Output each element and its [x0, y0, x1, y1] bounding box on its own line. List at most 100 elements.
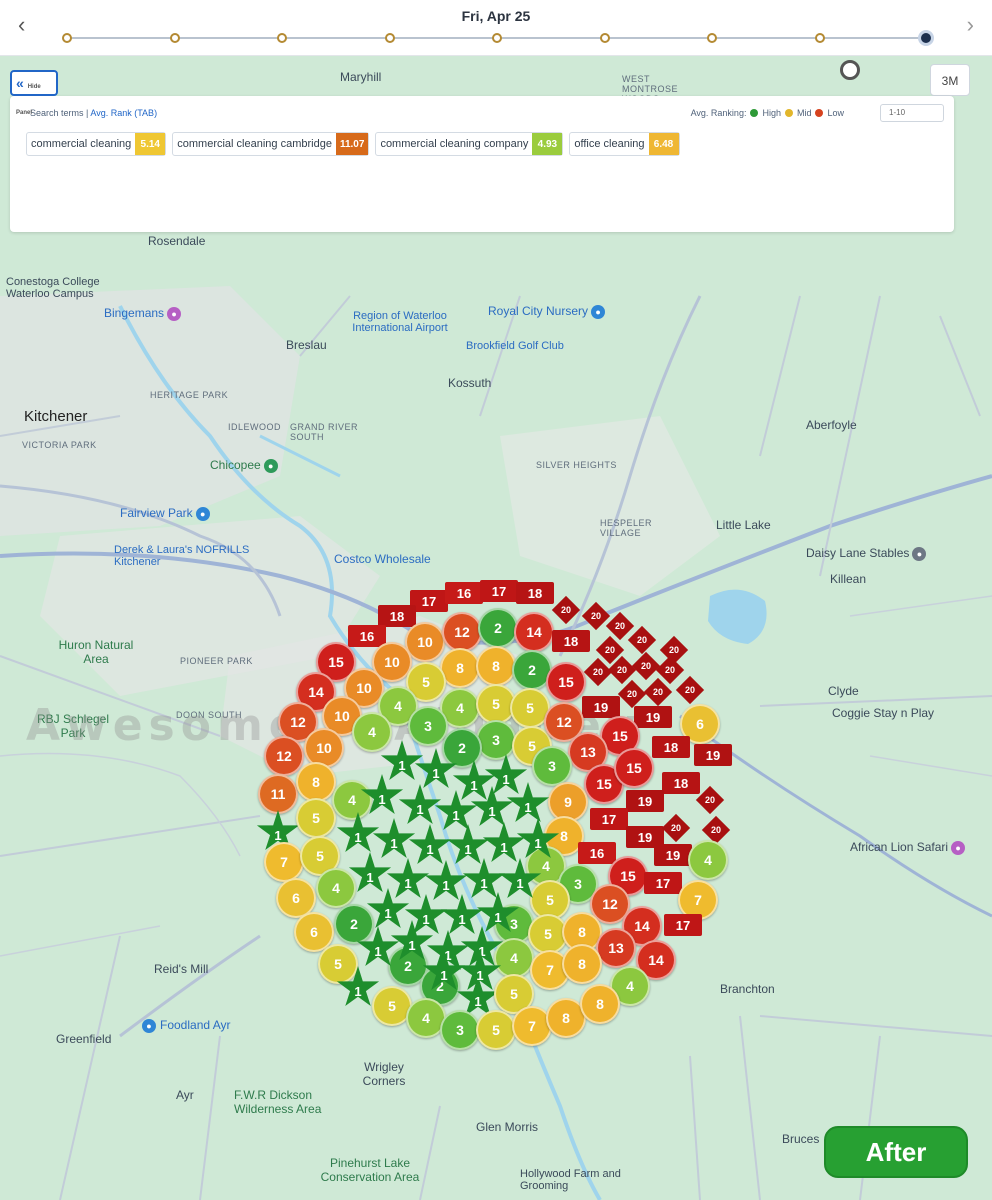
african-lion-label: African Lion Safari: [850, 840, 949, 854]
keyword-avg-rank: 4.93: [532, 133, 563, 155]
rank-marker-circle[interactable]: 3: [532, 746, 572, 786]
rank-marker-circle[interactable]: 4: [332, 780, 372, 820]
daisy-lane-pin-icon[interactable]: ●: [912, 546, 927, 561]
place-clyde: Clyde: [828, 684, 859, 698]
rank-marker-circle[interactable]: 14: [514, 612, 554, 652]
keyword-term: commercial cleaning company: [380, 138, 529, 150]
rank-marker-circle[interactable]: 8: [580, 984, 620, 1024]
collapse-panel-button[interactable]: « Hide Panel: [10, 70, 58, 116]
rank-marker-circle[interactable]: 5: [318, 944, 358, 984]
rank-marker-flag[interactable]: 18: [662, 772, 700, 794]
rank-marker-circle[interactable]: 4: [316, 868, 356, 908]
timeline-dot[interactable]: [169, 33, 180, 43]
rank-marker-circle[interactable]: 2: [334, 904, 374, 944]
rank-marker-flag[interactable]: 16: [348, 625, 386, 647]
rank-marker-circle[interactable]: 8: [562, 944, 602, 984]
rank-range-select[interactable]: 1-10: [880, 104, 944, 122]
rank-marker-circle[interactable]: 8: [476, 646, 516, 686]
african-lion-pin-icon[interactable]: ●: [951, 840, 966, 855]
place-idlewood: IDLEWOOD: [228, 422, 282, 432]
rank-marker-circle[interactable]: 11: [258, 774, 298, 814]
rank-marker-flag[interactable]: 16: [578, 842, 616, 864]
rank-marker-circle[interactable]: 2: [478, 608, 518, 648]
rank-marker-flag[interactable]: 19: [654, 844, 692, 866]
rank-marker-flag[interactable]: 19: [634, 706, 672, 728]
rank-marker-circle[interactable]: 7: [264, 842, 304, 882]
rank-marker-flag[interactable]: 17: [664, 914, 702, 936]
rank-marker-flag[interactable]: 18: [552, 630, 590, 652]
keyword-chip[interactable]: commercial cleaning company 4.93: [375, 132, 564, 156]
legend-mid-dot: [784, 109, 793, 117]
legend-title: Avg. Ranking:: [690, 108, 747, 118]
rank-marker-circle[interactable]: 15: [614, 748, 654, 788]
place-chicopee: Chicopee ●: [210, 458, 278, 473]
rank-marker-flag[interactable]: 19: [694, 744, 732, 766]
keyword-term: commercial cleaning cambridge: [177, 138, 332, 150]
rank-marker-flag[interactable]: 17: [480, 580, 518, 602]
rank-marker-circle[interactable]: 13: [596, 928, 636, 968]
keyword-term: commercial cleaning: [31, 138, 132, 150]
panel-header: Search terms | Avg. Rank (TAB): [30, 108, 157, 118]
chicopee-label: Chicopee: [210, 458, 261, 472]
keyword-term: office cleaning: [574, 138, 645, 150]
foodland-pin-icon[interactable]: ●: [142, 1018, 156, 1033]
compass-icon[interactable]: [840, 60, 860, 80]
zoom-scale-button[interactable]: 3M: [930, 64, 970, 96]
timeline-dot[interactable]: [384, 33, 395, 43]
after-button[interactable]: After: [824, 1126, 968, 1178]
rank-marker-circle[interactable]: 5: [476, 1010, 516, 1050]
timeline-bar: ‹ Fri, Apr 25 ›: [0, 0, 992, 56]
bingemans-pin-icon[interactable]: ●: [167, 306, 182, 321]
next-date-icon[interactable]: ›: [967, 14, 974, 36]
timeline-dot[interactable]: [918, 30, 934, 46]
timeline-dot[interactable]: [492, 33, 502, 43]
timeline-dot[interactable]: [814, 33, 825, 43]
place-kossuth: Kossuth: [448, 376, 492, 390]
rank-marker-flag[interactable]: 19: [626, 790, 664, 812]
rank-marker-circle[interactable]: 3: [440, 1010, 480, 1050]
timeline-dot[interactable]: [62, 33, 72, 43]
rank-marker-circle[interactable]: 15: [546, 662, 586, 702]
rank-marker-circle[interactable]: 4: [352, 712, 392, 752]
rank-marker-flag[interactable]: 19: [582, 696, 620, 718]
timeline-dot[interactable]: [277, 33, 287, 43]
rank-marker-circle[interactable]: 12: [442, 612, 482, 652]
rank-marker-circle[interactable]: 3: [408, 706, 448, 746]
rank-marker-flag[interactable]: 16: [445, 582, 483, 604]
rank-marker-circle[interactable]: 3: [476, 720, 516, 760]
timeline-dot[interactable]: [599, 33, 610, 43]
keyword-chip[interactable]: commercial cleaning cambridge 11.07: [172, 132, 370, 156]
keyword-chip[interactable]: office cleaning 6.48: [569, 132, 680, 156]
place-victoria-park: VICTORIA PARK: [22, 440, 97, 450]
place-golf-club: Brookfield Golf Club: [466, 340, 564, 352]
rank-marker-flag[interactable]: 18: [516, 582, 554, 604]
keyword-avg-rank: 5.14: [135, 133, 166, 155]
place-conestoga: Conestoga College Waterloo Campus: [6, 276, 100, 300]
timeline-dot[interactable]: [707, 33, 717, 43]
legend-high-label: High: [762, 108, 781, 118]
place-daisy-lane: Daisy Lane Stables ●: [806, 546, 927, 561]
rank-marker-circle[interactable]: 12: [264, 736, 304, 776]
avg-rank-link[interactable]: Avg. Rank (TAB): [90, 108, 157, 118]
chicopee-pin-icon[interactable]: ●: [263, 458, 278, 473]
legend-low-dot: [815, 109, 824, 117]
rank-marker-flag[interactable]: 18: [378, 605, 416, 627]
keyword-chip[interactable]: commercial cleaning 5.14: [26, 132, 167, 156]
rank-marker-flag[interactable]: 17: [590, 808, 628, 830]
rank-marker-circle[interactable]: 5: [296, 798, 336, 838]
keyword-panel: Search terms | Avg. Rank (TAB) Avg. Rank…: [10, 96, 954, 232]
rank-marker-circle[interactable]: 8: [296, 762, 336, 802]
rank-marker-circle[interactable]: 4: [688, 840, 728, 880]
rank-marker-circle[interactable]: 4: [494, 938, 534, 978]
royal-city-label: Royal City Nursery: [488, 304, 589, 318]
rank-marker-circle[interactable]: 8: [440, 648, 480, 688]
rank-marker-flag[interactable]: 17: [644, 872, 682, 894]
place-aberfoyle: Aberfoyle: [806, 418, 857, 432]
place-little-lake: Little Lake: [716, 518, 771, 532]
royal-city-pin-icon[interactable]: ●: [591, 304, 606, 319]
rank-marker-flag[interactable]: 18: [652, 736, 690, 758]
fairview-pin-icon[interactable]: ●: [195, 506, 210, 521]
bingemans-label: Bingemans: [104, 306, 165, 320]
rank-marker-circle[interactable]: 2: [442, 728, 482, 768]
ranking-legend: Avg. Ranking: High Mid Low: [691, 108, 844, 118]
